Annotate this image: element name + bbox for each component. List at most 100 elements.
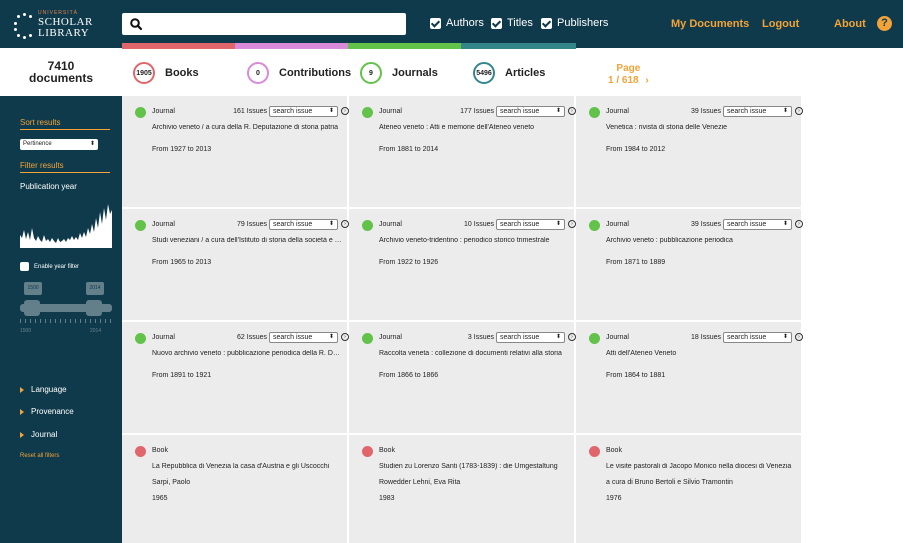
enable-year-label: Enable year filter	[34, 263, 80, 270]
slider-min-handle[interactable]	[24, 300, 40, 316]
result-card[interactable]: Journal 10 Issues search issue ⬍ › Archiv…	[349, 209, 576, 320]
search-issue-select[interactable]: search issue ⬍	[269, 106, 338, 117]
enable-year-checkbox[interactable]	[20, 262, 29, 271]
go-icon[interactable]: ›	[795, 220, 803, 228]
search-issue-select[interactable]: search issue ⬍	[723, 106, 792, 117]
journal-dot-icon	[135, 333, 146, 344]
result-title[interactable]: Raccolta veneta : collezione di document…	[379, 350, 569, 357]
caret-right-icon	[20, 408, 24, 415]
result-year: 1983	[379, 495, 395, 502]
select-arrows-icon: ⬍	[555, 221, 561, 227]
result-author: Sarpi, Paolo	[152, 479, 191, 486]
slider-max-handle[interactable]	[86, 300, 102, 316]
year-histogram	[20, 204, 112, 248]
filter-titles[interactable]: Titles	[491, 16, 533, 30]
go-icon[interactable]: ›	[568, 333, 576, 341]
go-icon[interactable]: ›	[341, 333, 349, 341]
go-icon[interactable]: ›	[795, 333, 803, 341]
filter-publishers[interactable]: Publishers	[541, 16, 608, 30]
page-value: 1 / 618	[608, 75, 639, 86]
caret-right-icon	[20, 386, 24, 393]
search-issue-select[interactable]: search issue ⬍	[723, 332, 792, 343]
result-title[interactable]: Venetica : rivista di storia delle Venez…	[606, 124, 796, 131]
axis-max-label: 2014	[90, 328, 102, 334]
result-card[interactable]: Journal 62 Issues search issue ⬍ › Nuovo …	[122, 322, 349, 433]
result-card[interactable]: Journal 39 Issues search issue ⬍ › Veneti…	[576, 96, 803, 207]
sort-select[interactable]: Pertinence ⬍	[20, 139, 98, 150]
result-card[interactable]: Book Studien zu Lorenzo Santi (1783-1839…	[349, 435, 574, 543]
search-issue-select[interactable]: search issue ⬍	[496, 219, 565, 230]
filter-provenance[interactable]: Provenance	[20, 407, 74, 416]
result-title[interactable]: Atti dell'Ateneo Veneto	[606, 350, 796, 357]
result-card[interactable]: Journal 18 Issues search issue ⬍ › Atti d…	[576, 322, 803, 433]
go-icon[interactable]: ›	[795, 107, 803, 115]
search-issue-select[interactable]: search issue ⬍	[269, 219, 338, 230]
result-type: Journal	[152, 108, 175, 115]
search-issue-select[interactable]: search issue ⬍	[496, 106, 565, 117]
reset-filters-link[interactable]: Reset all filters	[20, 453, 59, 459]
about-link[interactable]: About	[834, 18, 866, 30]
my-documents-link[interactable]: My Documents	[671, 18, 749, 30]
logout-link[interactable]: Logout	[762, 18, 799, 30]
issue-count: 18 Issues	[691, 334, 721, 341]
checkbox-publishers[interactable]	[541, 17, 552, 29]
category-journals[interactable]: 9 Journals	[360, 61, 438, 85]
search-issue-value: search issue	[727, 334, 767, 341]
filter-authors[interactable]: Authors	[430, 16, 484, 30]
issue-count: 177 Issues	[460, 108, 494, 115]
result-type: Journal	[606, 108, 629, 115]
search-input[interactable]	[146, 15, 400, 33]
search-issue-select[interactable]: search issue ⬍	[723, 219, 792, 230]
result-card[interactable]: Book La Repubblica di Venezia la casa d'…	[122, 435, 347, 543]
result-title[interactable]: Studi veneziani / a cura dell'Istituto d…	[152, 237, 342, 244]
go-icon[interactable]: ›	[568, 107, 576, 115]
result-title[interactable]: Ateneo veneto : Atti e memorie dell'Aten…	[379, 124, 569, 131]
publication-year-heading: Publication year	[20, 182, 77, 191]
articles-label: Articles	[505, 67, 546, 79]
result-title[interactable]: Studien zu Lorenzo Santi (1783-1839) : d…	[379, 463, 569, 470]
go-icon[interactable]: ›	[568, 220, 576, 228]
issue-count: 10 Issues	[464, 221, 494, 228]
search-issue-value: search issue	[273, 221, 313, 228]
result-card[interactable]: Journal 39 Issues search issue ⬍ › Archiv…	[576, 209, 803, 320]
search-issue-value: search issue	[727, 108, 767, 115]
result-title[interactable]: Nuovo archivio veneto : pubblicazione pe…	[152, 350, 342, 357]
result-type: Journal	[152, 221, 175, 228]
result-card[interactable]: Journal 3 Issues search issue ⬍ › Raccolt…	[349, 322, 576, 433]
filter-journal-label: Journal	[31, 430, 58, 439]
category-articles[interactable]: 5496 Articles	[473, 61, 545, 85]
checkbox-titles[interactable]	[491, 17, 502, 29]
pagination: Page 1 / 618 ›	[608, 63, 649, 87]
search-issue-select[interactable]: search issue ⬍	[496, 332, 565, 343]
select-arrows-icon: ⬍	[555, 334, 561, 340]
result-card[interactable]: Journal 177 Issues search issue ⬍ › Atene…	[349, 96, 576, 207]
result-title[interactable]: Archivio veneto / a cura della R. Deputa…	[152, 124, 342, 131]
result-title[interactable]: Archivio veneto-tridentino : periodico s…	[379, 237, 569, 244]
top-bar: UNIVERSITÀ SCHOLAR LIBRARY Authors Title…	[0, 0, 903, 48]
filter-provenance-label: Provenance	[31, 407, 74, 416]
result-title[interactable]: Le visite pastorali di Jacopo Monico nel…	[606, 463, 796, 470]
result-title[interactable]: Archivio veneto : pubblicazione periodic…	[606, 237, 796, 244]
result-card[interactable]: Book Le visite pastorali di Jacopo Monic…	[576, 435, 801, 543]
scholar-library-logo[interactable]: UNIVERSITÀ SCHOLAR LIBRARY	[14, 10, 106, 40]
next-page-button[interactable]: ›	[645, 75, 648, 86]
result-type: Journal	[606, 221, 629, 228]
search-issue-select[interactable]: search issue ⬍	[269, 332, 338, 343]
result-card[interactable]: Journal 79 Issues search issue ⬍ › Studi …	[122, 209, 349, 320]
enable-year-filter[interactable]: Enable year filter	[20, 262, 79, 271]
filter-journal[interactable]: Journal	[20, 430, 57, 439]
result-title[interactable]: La Repubblica di Venezia la casa d'Austr…	[152, 463, 342, 470]
result-card[interactable]: Journal 161 Issues search issue ⬍ › Archi…	[122, 96, 349, 207]
go-icon[interactable]: ›	[341, 107, 349, 115]
year-range-slider[interactable]: 1500 2014 1500 2014	[20, 282, 112, 342]
checkbox-authors[interactable]	[430, 17, 441, 29]
filter-language-label: Language	[31, 385, 67, 394]
result-author: a cura di Bruno Bertoli e Silvio Tramont…	[606, 479, 733, 486]
category-contributions[interactable]: 0 Contributions	[247, 61, 351, 85]
journal-dot-icon	[362, 220, 373, 231]
result-type: Book	[152, 447, 168, 454]
category-books[interactable]: 1905 Books	[133, 61, 199, 85]
help-icon[interactable]: ?	[877, 16, 892, 31]
filter-language[interactable]: Language	[20, 385, 67, 394]
go-icon[interactable]: ›	[341, 220, 349, 228]
